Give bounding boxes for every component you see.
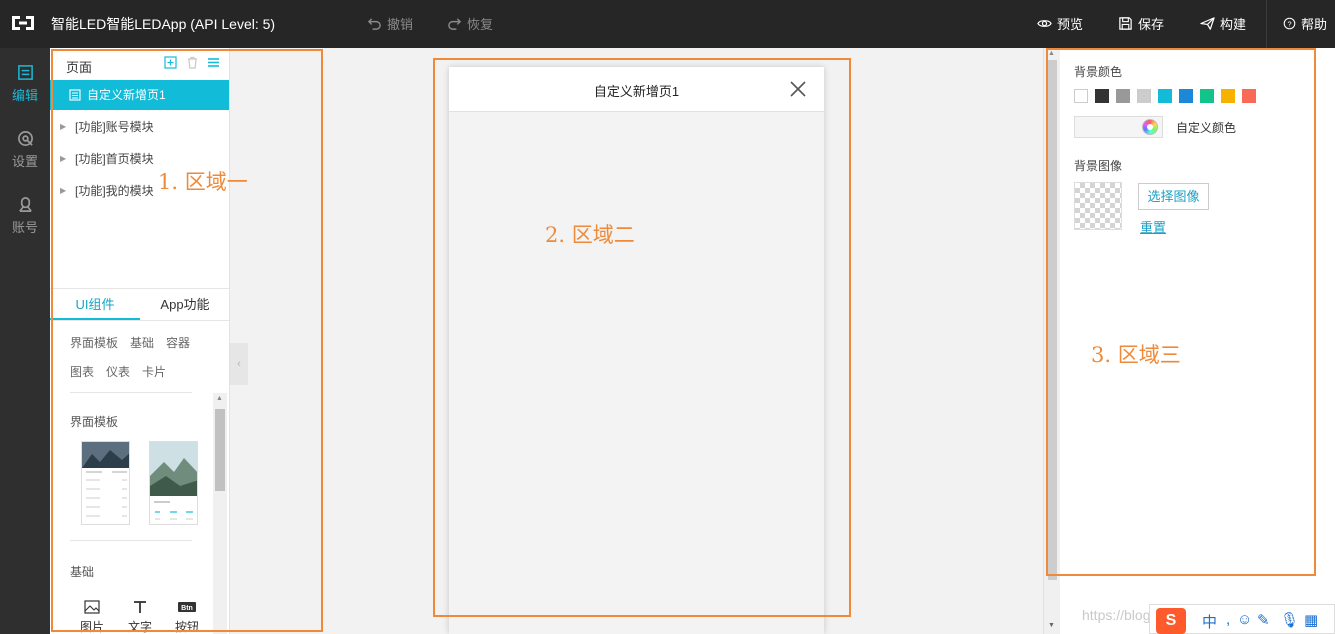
settings-icon	[17, 131, 33, 146]
svg-text:?: ?	[1287, 19, 1291, 28]
toolbar-divider	[1266, 0, 1267, 48]
zone-two-label: 2. 区域二	[545, 223, 635, 247]
scroll-down-icon[interactable]: ▼	[1048, 622, 1055, 629]
ime-punctuation-icon[interactable]: ,	[1226, 611, 1230, 628]
top-bar: 智能LED智能LEDApp (API Level: 5) 撤销 恢复 预览 保存…	[0, 0, 1335, 48]
rail-item-settings[interactable]: 设置	[0, 118, 50, 176]
rail-item-label: 账号	[11, 220, 38, 235]
rail-item-account[interactable]: 账号	[0, 184, 50, 242]
zone-one-label: 1. 区域一	[158, 170, 248, 194]
save-label: 保存	[1138, 17, 1165, 32]
edit-icon	[17, 65, 33, 80]
zone-three-outline	[1046, 48, 1316, 576]
build-label: 构建	[1220, 17, 1247, 32]
zone-one-outline	[51, 49, 323, 632]
redo-icon	[448, 18, 462, 30]
left-rail: 编辑 设置 账号	[0, 48, 50, 634]
ime-language-toggle[interactable]: 中	[1202, 611, 1217, 632]
zone-two-outline	[433, 58, 851, 617]
redo-button[interactable]: 恢复	[447, 14, 493, 33]
undo-button[interactable]: 撤销	[367, 14, 413, 33]
ime-toolbar: S 中 , ☺ ✎ 🎙 ▦	[1149, 604, 1335, 634]
zone-three-label: 3. 区域三	[1091, 343, 1181, 367]
help-label: 帮助	[1301, 17, 1328, 32]
ime-logo[interactable]: S	[1156, 608, 1186, 634]
help-button[interactable]: ? 帮助	[1283, 14, 1327, 33]
ime-grid-icon[interactable]: ▦	[1304, 611, 1318, 629]
ime-pen-icon[interactable]: ✎	[1257, 611, 1270, 629]
rail-item-label: 编辑	[11, 88, 38, 103]
account-icon	[18, 197, 32, 212]
undo-icon	[367, 18, 381, 30]
build-button[interactable]: 构建	[1200, 14, 1246, 33]
preview-label: 预览	[1057, 17, 1084, 32]
ime-mic-icon[interactable]: 🎙	[1280, 611, 1299, 629]
save-button[interactable]: 保存	[1118, 14, 1164, 33]
ime-smiley-icon[interactable]: ☺	[1237, 611, 1252, 628]
app-title: 智能LED智能LEDApp (API Level: 5)	[51, 16, 276, 32]
help-icon: ?	[1283, 17, 1296, 30]
preview-button[interactable]: 预览	[1037, 14, 1083, 33]
eye-icon	[1037, 20, 1052, 27]
app-logo-icon	[12, 16, 34, 30]
redo-label: 恢复	[467, 17, 494, 32]
send-icon	[1200, 17, 1215, 30]
rail-item-edit[interactable]: 编辑	[0, 52, 50, 110]
save-icon	[1119, 17, 1132, 30]
rail-item-label: 设置	[11, 154, 38, 169]
undo-label: 撤销	[387, 17, 414, 32]
